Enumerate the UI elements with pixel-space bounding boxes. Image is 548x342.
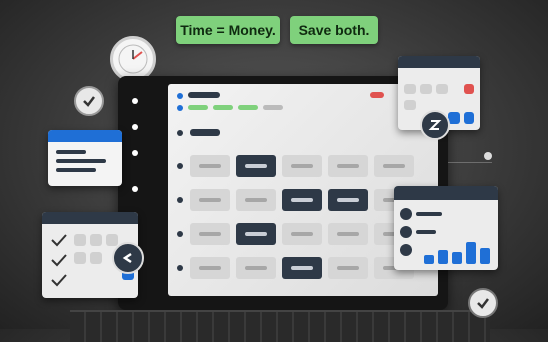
bezel-dot — [132, 186, 138, 192]
section-title-bar — [190, 129, 220, 136]
banner-save-both-text: Save both. — [298, 22, 370, 38]
bezel-dot — [132, 98, 138, 104]
checklist-card-header — [42, 212, 138, 224]
bezel-dot — [132, 150, 138, 156]
calendar-cell — [404, 100, 416, 110]
schedule-cell — [374, 155, 414, 177]
chart-legend-line — [416, 212, 442, 216]
schedule-cell — [190, 223, 230, 245]
sync-icon — [112, 242, 144, 274]
row-dot — [177, 231, 183, 237]
calendar-cell — [90, 234, 102, 246]
header-tag-bar — [188, 105, 208, 110]
calendar-cell — [106, 234, 118, 246]
schedule-cell-active — [282, 189, 322, 211]
header-dot — [177, 105, 183, 111]
chart-legend-dot — [400, 208, 412, 220]
calendar-cell — [436, 84, 448, 94]
calendar-cell — [90, 252, 102, 264]
chart-card — [394, 186, 498, 270]
schedule-cell — [236, 189, 276, 211]
task-list-card-header — [48, 130, 122, 142]
schedule-cell — [236, 257, 276, 279]
header-alert-bar — [370, 92, 384, 98]
chart-legend-dot — [400, 244, 412, 256]
calendar-cell — [404, 84, 416, 94]
check-circle-icon — [74, 86, 104, 116]
banner-time-money-text: Time = Money. — [180, 22, 276, 38]
mini-bar-chart — [424, 238, 494, 264]
banner-time-money: Time = Money. — [176, 16, 280, 44]
mini-bar — [424, 255, 434, 264]
schedule-cell-active — [282, 257, 322, 279]
schedule-cell-active — [328, 189, 368, 211]
task-line — [56, 168, 96, 172]
banner-save-both: Save both. — [290, 16, 378, 44]
bezel-dot — [132, 124, 138, 130]
checkmark-icon — [51, 234, 67, 287]
chart-card-header — [394, 186, 498, 200]
schedule-cell — [190, 257, 230, 279]
calendar-cell-blue — [464, 112, 474, 124]
laptop-keyboard — [70, 310, 490, 342]
schedule-cell — [190, 155, 230, 177]
task-line — [56, 159, 106, 163]
connector-line — [448, 162, 492, 163]
calendar-cell — [74, 234, 86, 246]
schedule-cell — [328, 155, 368, 177]
row-dot — [177, 265, 183, 271]
schedule-cell-active — [236, 155, 276, 177]
task-line — [56, 150, 86, 154]
task-list-card — [48, 130, 122, 186]
mini-bar — [452, 252, 462, 264]
schedule-cell — [282, 155, 322, 177]
header-tag-bar — [213, 105, 233, 110]
schedule-cell — [190, 189, 230, 211]
row-dot — [177, 197, 183, 203]
calendar-cell-red — [464, 84, 474, 94]
header-dot — [177, 130, 183, 136]
header-tag-bar — [263, 105, 283, 110]
chart-legend-dot — [400, 226, 412, 238]
check-circle-icon — [468, 288, 498, 318]
calendar-cell — [74, 252, 86, 264]
schedule-cell-active — [236, 223, 276, 245]
schedule-cell — [282, 223, 322, 245]
connector-dot — [484, 152, 492, 160]
row-dot — [177, 163, 183, 169]
chart-legend-line — [416, 230, 436, 234]
schedule-cell — [328, 223, 368, 245]
calendar-card-header — [398, 56, 480, 68]
schedule-cell — [328, 257, 368, 279]
calendar-cell — [420, 84, 432, 94]
header-tag-bar — [238, 105, 258, 110]
mini-bar — [466, 242, 476, 264]
mini-bar — [438, 250, 448, 264]
header-dot — [177, 93, 183, 99]
mini-bar — [480, 248, 490, 264]
sync-icon — [420, 110, 450, 140]
header-title-bar — [188, 92, 220, 98]
